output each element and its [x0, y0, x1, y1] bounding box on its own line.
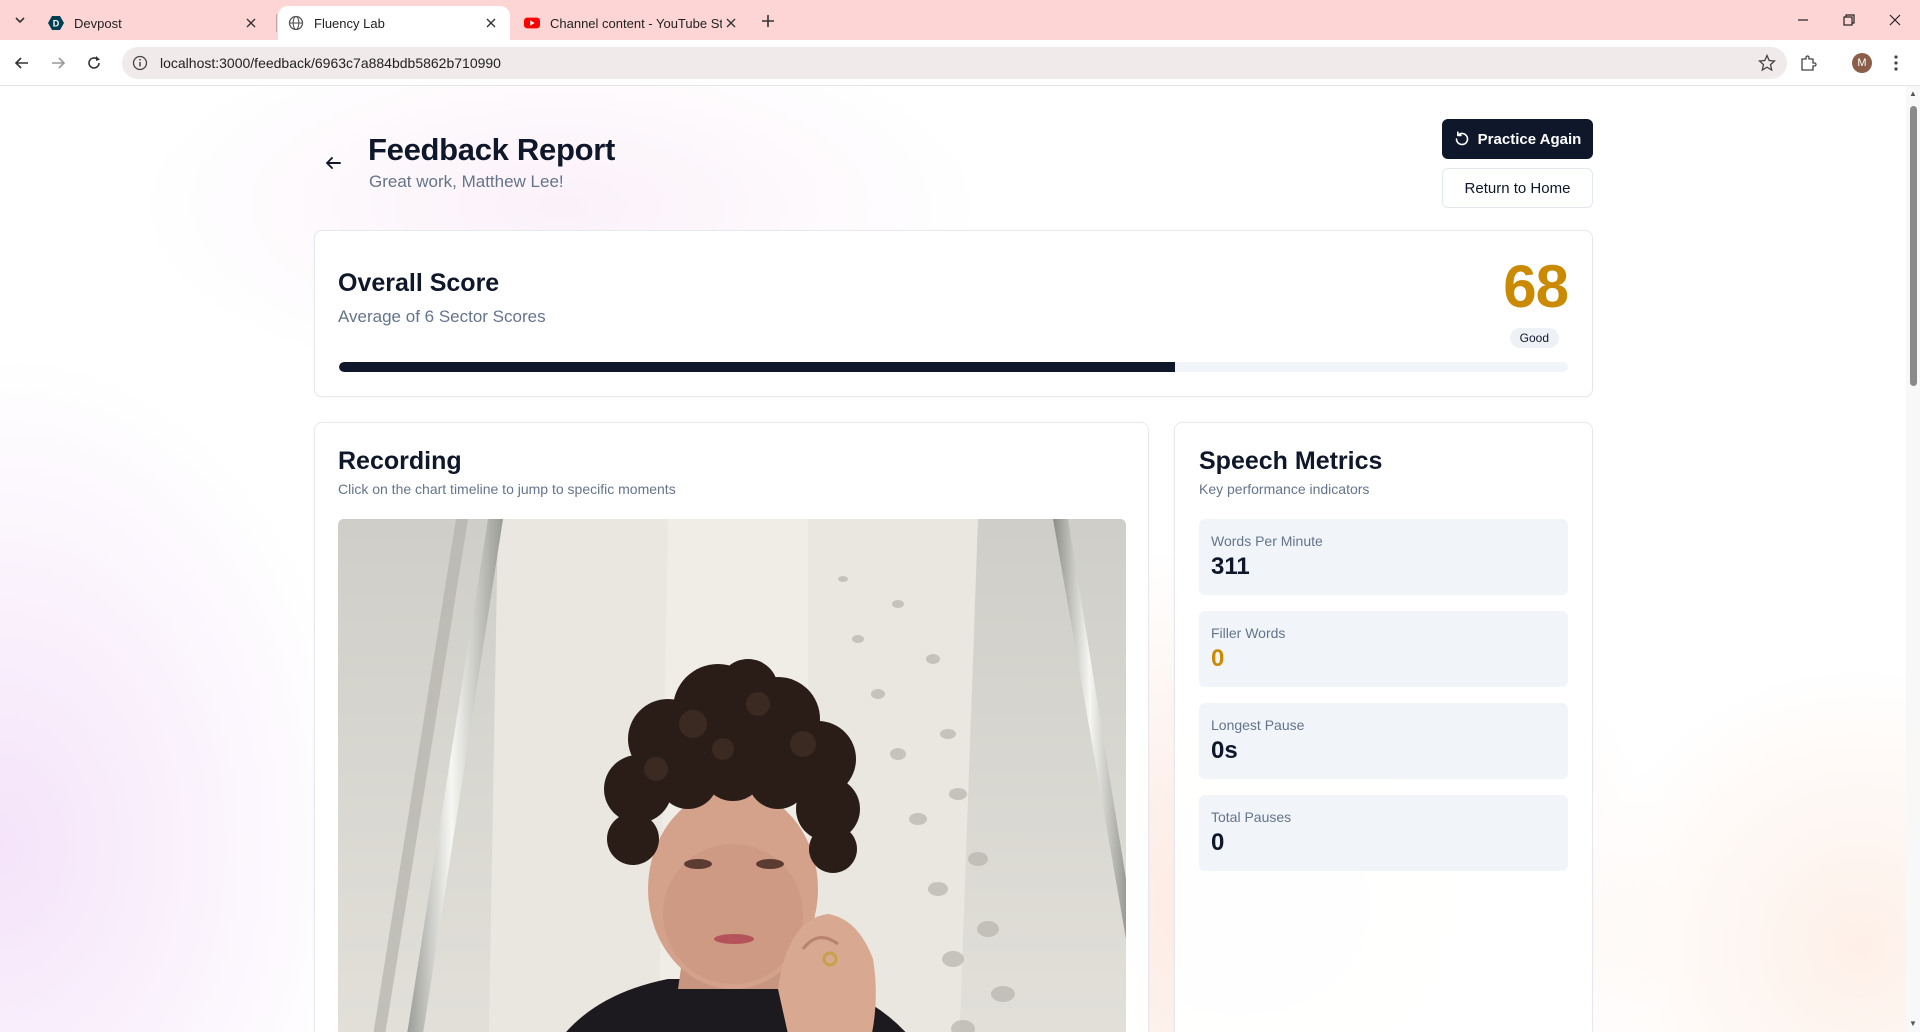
practice-again-button[interactable]: Practice Again: [1442, 119, 1593, 159]
extensions-puzzle-icon[interactable]: [1796, 51, 1820, 75]
overall-score-card: Overall Score Average of 6 Sector Scores…: [314, 230, 1593, 397]
return-home-button[interactable]: Return to Home: [1442, 168, 1593, 208]
profile-avatar[interactable]: M: [1852, 53, 1872, 73]
tab-separator: [276, 14, 277, 32]
page-scrollbar[interactable]: ▲ ▼: [1906, 86, 1920, 1032]
metric-total-pauses: Total Pauses 0: [1199, 795, 1568, 871]
devpost-icon: D: [48, 15, 64, 31]
more-menu-icon[interactable]: [1886, 51, 1906, 75]
metric-filler-words: Filler Words 0: [1199, 611, 1568, 687]
close-tab-icon[interactable]: [722, 14, 740, 32]
back-icon[interactable]: [8, 49, 36, 77]
metric-longest-pause: Longest Pause 0s: [1199, 703, 1568, 779]
overall-score-progress-fill: [339, 362, 1175, 372]
close-tab-icon[interactable]: [242, 14, 260, 32]
metric-value: 0: [1211, 645, 1225, 672]
tab-title: Devpost: [74, 15, 122, 31]
tab-title: Fluency Lab: [314, 15, 385, 31]
return-home-label: Return to Home: [1464, 179, 1571, 197]
back-arrow-icon[interactable]: [320, 150, 346, 176]
metric-value: 0s: [1211, 737, 1238, 764]
recording-video[interactable]: [338, 519, 1126, 1032]
browser-tab-bar: D Devpost Fluency Lab Channel content - …: [0, 0, 1920, 40]
bookmark-star-icon[interactable]: [1757, 53, 1777, 73]
restore-icon[interactable]: [1826, 0, 1872, 40]
overall-score-title: Overall Score: [338, 269, 500, 297]
speech-metrics-card: Speech Metrics Key performance indicator…: [1174, 422, 1593, 1032]
speech-metrics-subtitle: Key performance indicators: [1199, 481, 1370, 497]
url-text: localhost:3000/feedback/6963c7a884bdb586…: [160, 55, 501, 71]
score-rating-badge: Good: [1509, 328, 1559, 348]
tab-youtube-studio[interactable]: Channel content - YouTube Stu: [514, 6, 750, 40]
overall-score-value: 68: [1503, 253, 1569, 320]
recording-subtitle: Click on the chart timeline to jump to s…: [338, 481, 676, 497]
page-viewport: Feedback Report Great work, Matthew Lee!…: [0, 86, 1906, 1032]
practice-again-label: Practice Again: [1477, 130, 1582, 148]
forward-icon[interactable]: [44, 49, 72, 77]
tab-title: Channel content - YouTube Stu: [550, 15, 722, 31]
scroll-up-icon[interactable]: ▲: [1909, 90, 1917, 98]
rotate-ccw-icon: [1454, 131, 1470, 147]
globe-icon: [288, 15, 304, 31]
overall-score-subtitle: Average of 6 Sector Scores: [338, 307, 546, 326]
metric-label: Filler Words: [1211, 625, 1286, 641]
minimize-icon[interactable]: [1780, 0, 1826, 40]
page-subtitle: Great work, Matthew Lee!: [369, 172, 564, 191]
close-window-icon[interactable]: [1872, 0, 1918, 40]
metric-value: 0: [1211, 829, 1225, 856]
metric-label: Longest Pause: [1211, 717, 1305, 733]
youtube-icon: [524, 15, 540, 31]
tab-fluency-lab[interactable]: Fluency Lab: [278, 6, 510, 40]
page-title: Feedback Report: [368, 132, 616, 167]
recording-card: Recording Click on the chart timeline to…: [314, 422, 1149, 1032]
tab-search-icon[interactable]: [8, 8, 32, 32]
metric-label: Total Pauses: [1211, 809, 1292, 825]
video-frame-image: [338, 519, 1126, 1032]
metric-label: Words Per Minute: [1211, 533, 1323, 549]
address-bar[interactable]: localhost:3000/feedback/6963c7a884bdb586…: [122, 47, 1787, 79]
overall-score-progress: [339, 362, 1568, 372]
speech-metrics-title: Speech Metrics: [1199, 447, 1383, 475]
svg-text:D: D: [53, 19, 60, 29]
recording-title: Recording: [338, 447, 462, 475]
scroll-down-icon[interactable]: ▼: [1909, 1020, 1917, 1028]
metric-words-per-minute: Words Per Minute 311: [1199, 519, 1568, 595]
tab-devpost[interactable]: D Devpost: [38, 6, 270, 40]
browser-toolbar: localhost:3000/feedback/6963c7a884bdb586…: [0, 40, 1920, 86]
reload-icon[interactable]: [80, 49, 108, 77]
scrollbar-thumb[interactable]: [1910, 106, 1917, 386]
new-tab-icon[interactable]: [756, 9, 780, 33]
site-info-icon[interactable]: [130, 53, 150, 73]
close-tab-icon[interactable]: [482, 14, 500, 32]
metric-value: 311: [1211, 553, 1250, 580]
